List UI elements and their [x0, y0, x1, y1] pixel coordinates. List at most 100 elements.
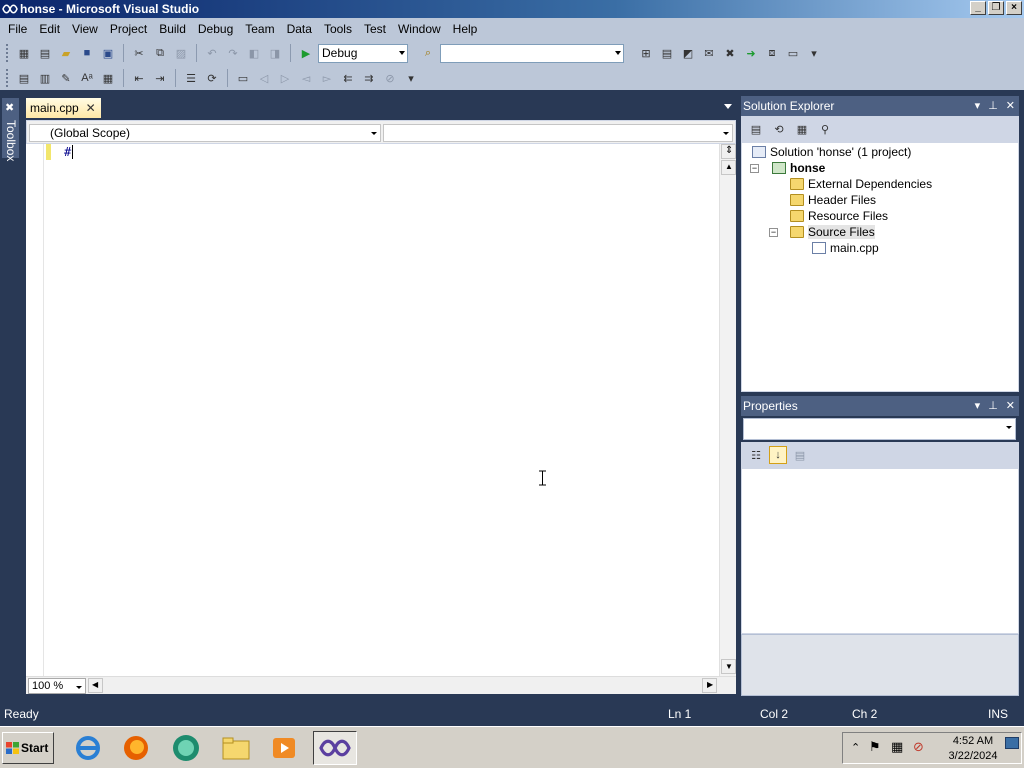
active-files-dropdown-icon[interactable]	[724, 104, 732, 109]
toolbox-icon[interactable]: ✉	[700, 44, 718, 62]
scroll-down-button[interactable]: ▼	[721, 659, 736, 674]
tree-main-cpp[interactable]: main.cpp	[812, 240, 879, 256]
tree-external-dependencies[interactable]: External Dependencies	[790, 176, 932, 192]
restore-button[interactable]: ❐	[988, 1, 1004, 15]
find-results-icon[interactable]: ▦	[99, 69, 117, 87]
toggle-bookmark-icon[interactable]: ▭	[234, 69, 252, 87]
class-view-icon[interactable]: ⧈	[763, 44, 781, 62]
open-file-icon[interactable]: ▰	[57, 44, 75, 62]
volume-muted-icon[interactable]: ⊘	[913, 739, 924, 755]
media-player-icon[interactable]	[164, 731, 208, 765]
toolbox-tab[interactable]: ✖ Toolbox	[2, 98, 19, 161]
increase-indent-icon[interactable]: ⇥	[151, 69, 169, 87]
scroll-left-button[interactable]: ◀	[88, 678, 103, 693]
copy-icon[interactable]: ⧉	[151, 44, 169, 62]
tab-main-cpp[interactable]: main.cpp ✕	[26, 98, 101, 118]
object-browser-icon[interactable]: ◩	[679, 44, 697, 62]
property-grid[interactable]	[741, 468, 1019, 634]
start-page-icon[interactable]: ➜	[742, 44, 760, 62]
previous-bookmark-doc-icon[interactable]: ⇇	[339, 69, 357, 87]
clear-bookmarks-icon[interactable]: ⊘	[381, 69, 399, 87]
close-button[interactable]: ×	[1006, 1, 1022, 15]
redo-icon[interactable]: ↷	[224, 44, 242, 62]
class-diagram-icon[interactable]: ⚲	[816, 120, 834, 138]
other-windows-icon[interactable]: ▭	[784, 44, 802, 62]
menu-data[interactable]: Data	[281, 22, 318, 36]
internet-explorer-icon[interactable]	[66, 731, 110, 765]
zoom-dropdown[interactable]: 100 %	[28, 678, 86, 694]
navigate-back-icon[interactable]: ◧	[245, 44, 263, 62]
show-hidden-icons-icon[interactable]: ⌃	[851, 741, 860, 754]
toolbar-grip[interactable]	[6, 69, 9, 87]
find-in-files-icon[interactable]: ⌕	[419, 44, 437, 62]
action-center-flag-icon[interactable]: ⚑	[869, 739, 881, 755]
solution-explorer-icon[interactable]: ⊞	[637, 44, 655, 62]
toolbar-grip[interactable]	[6, 44, 9, 62]
comment-lines-icon[interactable]: ☰	[182, 69, 200, 87]
file-explorer-icon[interactable]	[214, 731, 258, 765]
paste-icon[interactable]: ▨	[172, 44, 190, 62]
navigate-forward-icon[interactable]: ◨	[266, 44, 284, 62]
close-tab-icon[interactable]: ✕	[86, 98, 96, 118]
uncomment-lines-icon[interactable]: ⟳	[203, 69, 221, 87]
start-debugging-icon[interactable]: ▶	[297, 44, 315, 62]
solution-configuration-dropdown[interactable]: Debug	[318, 43, 408, 63]
tree-header-files[interactable]: Header Files	[790, 192, 876, 208]
properties-window-icon[interactable]: ▤	[658, 44, 676, 62]
window-position-icon[interactable]: ▾	[975, 96, 981, 116]
new-project-icon[interactable]: ▦	[15, 44, 33, 62]
menu-build[interactable]: Build	[153, 22, 192, 36]
editor-margin[interactable]	[26, 144, 44, 676]
collapse-source-files-icon[interactable]: −	[769, 228, 778, 237]
undo-icon[interactable]: ↶	[203, 44, 221, 62]
minimize-button[interactable]: _	[970, 1, 986, 15]
refresh-icon[interactable]: ⟲	[770, 120, 788, 138]
quick-info-icon[interactable]: ✎	[57, 69, 75, 87]
menu-window[interactable]: Window	[392, 22, 447, 36]
collapse-project-icon[interactable]: −	[750, 164, 759, 173]
network-icon[interactable]: ▦	[891, 739, 903, 755]
visual-studio-taskbar-button[interactable]	[313, 731, 357, 765]
menu-edit[interactable]: Edit	[33, 22, 66, 36]
split-handle[interactable]: ⇕	[721, 144, 736, 159]
media-app-icon[interactable]	[262, 731, 306, 765]
properties-icon[interactable]: ▦	[793, 120, 811, 138]
close-panel-icon[interactable]: ✕	[1006, 396, 1015, 416]
find-combo[interactable]	[440, 43, 624, 63]
add-item-icon[interactable]: ▤	[36, 44, 54, 62]
next-bookmark-icon[interactable]: ▷	[276, 69, 294, 87]
clock[interactable]: 4:52 AM 3/22/2024	[943, 734, 1003, 764]
menu-help[interactable]: Help	[447, 22, 484, 36]
previous-bookmark-icon[interactable]: ◁	[255, 69, 273, 87]
vertical-scrollbar[interactable]: ⇕ ▲ ▼	[719, 144, 736, 676]
menu-team[interactable]: Team	[239, 22, 280, 36]
decrease-indent-icon[interactable]: ⇤	[130, 69, 148, 87]
scope-dropdown[interactable]: (Global Scope)	[29, 124, 381, 142]
code-editor[interactable]: # ⇕ ▲ ▼	[26, 144, 736, 676]
start-button[interactable]: Start	[2, 732, 54, 764]
tree-resource-files[interactable]: Resource Files	[790, 208, 888, 224]
auto-hide-pin-icon[interactable]: ⊥	[988, 96, 998, 116]
window-position-icon[interactable]: ▾	[975, 396, 981, 416]
save-all-icon[interactable]: ▣	[99, 44, 117, 62]
scroll-right-button[interactable]: ▶	[702, 678, 717, 693]
object-selector-dropdown[interactable]	[743, 418, 1016, 440]
previous-bookmark-folder-icon[interactable]: ◅	[297, 69, 315, 87]
member-dropdown[interactable]	[383, 124, 733, 142]
firefox-icon[interactable]	[114, 731, 158, 765]
next-bookmark-doc-icon[interactable]: ⇉	[360, 69, 378, 87]
word-completion-icon[interactable]: Aᵃ	[78, 69, 96, 87]
menu-project[interactable]: Project	[104, 22, 153, 36]
show-desktop-icon[interactable]	[1005, 737, 1019, 749]
code-line-1[interactable]: #	[64, 145, 71, 159]
auto-hide-pin-icon[interactable]: ⊥	[988, 396, 998, 416]
toolbar-options-icon-2[interactable]: ▾	[402, 69, 420, 87]
categorized-icon[interactable]: ☷	[747, 446, 765, 464]
next-bookmark-folder-icon[interactable]: ▻	[318, 69, 336, 87]
toolbar-options-icon[interactable]: ▾	[805, 44, 823, 62]
cut-icon[interactable]: ✂	[130, 44, 148, 62]
display-object-member-list-icon[interactable]: ▤	[15, 69, 33, 87]
alphabetical-icon[interactable]: ↓	[769, 446, 787, 464]
property-pages-icon[interactable]: ▤	[791, 446, 809, 464]
parameter-info-icon[interactable]: ▥	[36, 69, 54, 87]
